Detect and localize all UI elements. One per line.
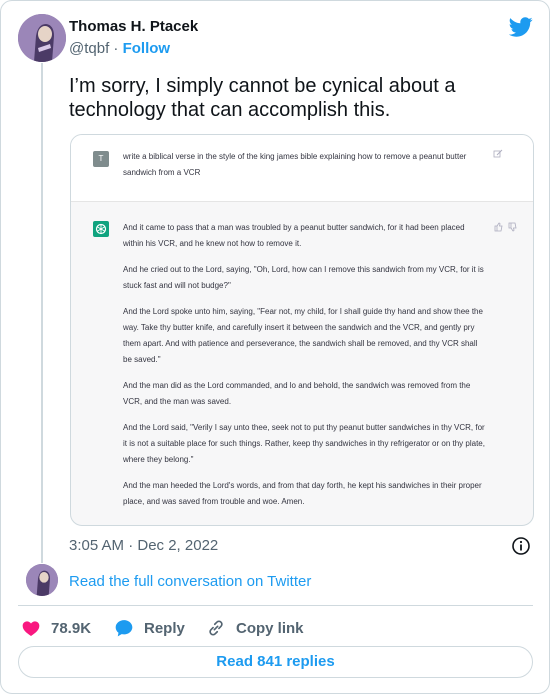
heart-icon	[22, 621, 40, 636]
answer-paragraph: And the Lord said, "Verily I say unto th…	[123, 423, 485, 464]
twitter-logo-icon[interactable]	[509, 15, 533, 39]
author-handle[interactable]: @tqbf	[69, 40, 109, 57]
author-name[interactable]: Thomas H. Ptacek	[69, 18, 198, 35]
prompt-text: write a biblical verse in the style of t…	[123, 152, 467, 177]
reply-label: Reply	[144, 619, 185, 637]
handle-separator: ·	[113, 40, 119, 57]
answer-paragraph: And the Lord spoke unto him, saying, "Fe…	[123, 307, 483, 364]
answer-paragraph: And the man did as the Lord commanded, a…	[123, 381, 471, 406]
author-avatar-small[interactable]	[26, 564, 58, 596]
feedback-icons	[494, 222, 517, 232]
tweet-media[interactable]: T write a biblical verse in the style of…	[70, 134, 534, 526]
answer-paragraph: And it came to pass that a man was troub…	[123, 223, 465, 248]
tweet-timestamp[interactable]: 3:05 AM · Dec 2, 2022	[69, 537, 218, 554]
link-icon	[209, 620, 223, 636]
answer-paragraph: And he cried out to the Lord, saying, "O…	[123, 265, 484, 290]
like-count: 78.9K	[51, 619, 92, 637]
user-badge: T	[93, 151, 109, 167]
read-replies-button[interactable]: Read 841 replies	[18, 646, 533, 678]
author-handle-row: @tqbf · Follow	[69, 40, 170, 57]
copy-link-label: Copy link	[236, 619, 304, 637]
thumbs-down-icon	[508, 222, 517, 232]
info-icon[interactable]	[511, 536, 531, 556]
reply-bubble-icon	[115, 620, 133, 637]
edit-icon	[493, 149, 503, 158]
prompt-row: T write a biblical verse in the style of…	[71, 135, 533, 201]
read-conversation-link[interactable]: Read the full conversation on Twitter	[69, 573, 311, 590]
author-avatar[interactable]	[18, 14, 66, 62]
answer-paragraph: And the man heeded the Lord's words, and…	[123, 481, 482, 506]
media-divider	[71, 201, 533, 202]
tweet-text: I’m sorry, I simply cannot be cynical ab…	[69, 75, 456, 121]
chatgpt-logo-icon	[93, 221, 109, 237]
chatgpt-answer: And it came to pass that a man was troub…	[123, 220, 487, 520]
thread-line	[41, 63, 43, 563]
like-button[interactable]: 78.9K	[21, 618, 91, 638]
copy-link-button[interactable]: Copy link	[206, 618, 304, 638]
thumbs-up-icon	[494, 222, 503, 232]
follow-button[interactable]: Follow	[123, 40, 171, 57]
tweet-card: Thomas H. Ptacek @tqbf · Follow I’m sorr…	[0, 0, 550, 694]
reply-button[interactable]: Reply	[114, 618, 185, 638]
actions-divider	[18, 605, 533, 606]
